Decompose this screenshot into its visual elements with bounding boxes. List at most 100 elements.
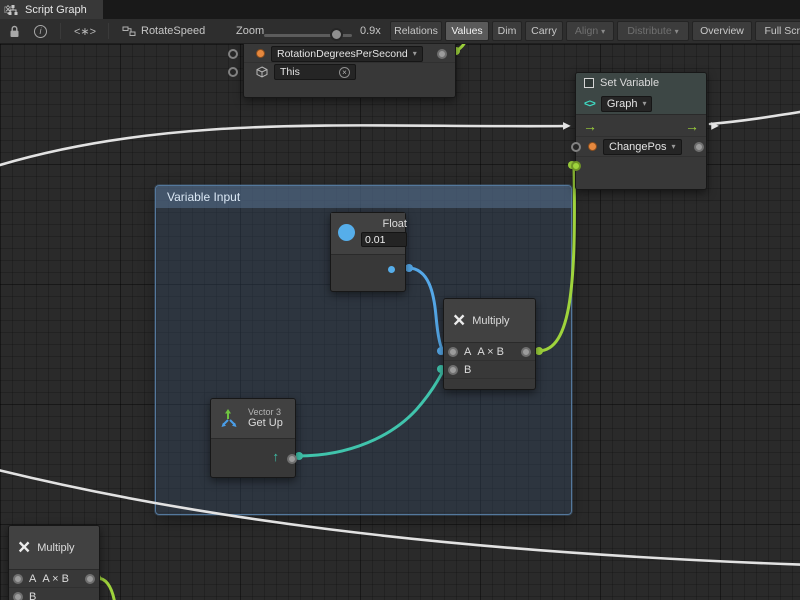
- node-set-variable[interactable]: Set Variable <> Graph ▾ ▶ → → ▶ ChangePo…: [575, 72, 707, 190]
- full-screen-button[interactable]: Full Screen: [755, 21, 800, 41]
- scope-row: <> Graph ▾: [576, 93, 706, 115]
- row-b: B: [9, 588, 99, 600]
- port-output-float[interactable]: [388, 266, 395, 273]
- group-header[interactable]: Variable Input: [156, 186, 571, 208]
- port-value-input[interactable]: [571, 161, 581, 171]
- port-b-label: B: [29, 591, 36, 600]
- flow-in-arrow-icon[interactable]: →: [583, 118, 597, 134]
- port-b-label: B: [464, 364, 471, 376]
- port-output-vector[interactable]: [287, 454, 297, 464]
- toolbar-separator: [108, 23, 109, 39]
- overview-button[interactable]: Overview: [692, 21, 752, 41]
- port-output-result[interactable]: [85, 574, 95, 584]
- align-button[interactable]: Align▾: [566, 21, 614, 41]
- info-icon[interactable]: i: [34, 19, 47, 43]
- node-header: Float 0.01: [331, 213, 405, 255]
- node-body: [331, 255, 405, 292]
- gameobject-cube-icon: [256, 66, 268, 78]
- port-input-a[interactable]: [448, 347, 458, 357]
- wire-flow-in: [0, 125, 566, 168]
- node-header: Vector 3 Get Up: [211, 399, 295, 439]
- chevron-down-icon: ▾: [675, 27, 679, 36]
- distribute-button[interactable]: Distribute▾: [617, 21, 689, 41]
- toolbar-buttons: Relations Values Dim Carry Align▾ Distri…: [390, 21, 800, 41]
- port-a-label: A: [29, 573, 36, 585]
- variable-type-dot: [588, 142, 597, 151]
- flow-row: ▶ → → ▶: [576, 115, 706, 137]
- node-type-label: Vector 3: [248, 407, 283, 417]
- row-b: B: [444, 361, 535, 379]
- node-header: × Multiply: [444, 299, 535, 343]
- node-title: Get Up: [248, 417, 283, 430]
- node-body: ↑: [211, 439, 295, 478]
- node-footer: [444, 379, 535, 391]
- port-input-a[interactable]: [13, 574, 23, 584]
- row-a: A A × B: [9, 570, 99, 588]
- variable-dropdown[interactable]: RotationDegreesPerSecond ▾: [271, 46, 423, 62]
- port-name-input[interactable]: [571, 142, 581, 152]
- node-title: Multiply: [472, 315, 509, 327]
- chevron-down-icon: ▾: [672, 142, 676, 151]
- port-output-value[interactable]: [437, 49, 447, 59]
- zoom-slider-handle[interactable]: [330, 28, 343, 41]
- multiply-icon: ×: [453, 310, 465, 331]
- node-header: Set Variable: [576, 73, 706, 93]
- node-header: × Multiply: [9, 526, 99, 570]
- inspect-icon[interactable]: <∗>: [74, 19, 96, 43]
- row-a: A A × B: [444, 343, 535, 361]
- port-a-label: A: [464, 346, 471, 358]
- wire-green-top-out: [455, 44, 468, 51]
- port-result-label: A × B: [477, 346, 504, 358]
- node-title: Float: [383, 218, 407, 230]
- port-input-target[interactable]: [228, 67, 238, 77]
- graph-canvas[interactable]: Variable Input: [0, 44, 800, 600]
- port-result-label: A × B: [42, 573, 69, 585]
- script-graph-window: Script Graph ⋮ □ × i <∗> RotateSpeed Zoo…: [0, 0, 800, 600]
- chevron-down-icon: ▾: [601, 27, 605, 36]
- flow-output-triangle[interactable]: ▶: [711, 120, 719, 131]
- target-field[interactable]: This ×: [274, 64, 356, 80]
- close-icon[interactable]: ×: [0, 0, 16, 19]
- float-type-icon: [338, 224, 355, 241]
- port-input-left[interactable]: [228, 49, 238, 59]
- variable-type-dot: [256, 49, 265, 58]
- zoom-value: 0.9x: [360, 19, 381, 43]
- carry-button[interactable]: Carry: [525, 21, 563, 41]
- values-button[interactable]: Values: [445, 21, 489, 41]
- variable-kind-icon: <>: [584, 98, 595, 110]
- port-output-value[interactable]: [694, 142, 704, 152]
- multiply-icon: ×: [18, 537, 30, 558]
- flow-input-triangle[interactable]: ▶: [563, 120, 571, 131]
- value-input-row: [576, 157, 706, 175]
- clear-target-icon[interactable]: ×: [339, 67, 350, 78]
- port-output-result[interactable]: [521, 347, 531, 357]
- scope-dropdown[interactable]: Graph ▾: [601, 96, 653, 112]
- node-title: Set Variable: [600, 77, 659, 89]
- node-vector3-get-up[interactable]: Vector 3 Get Up ↑: [210, 398, 296, 478]
- chevron-down-icon: ▾: [413, 49, 417, 58]
- flow-out-arrow-icon[interactable]: →: [685, 118, 699, 134]
- node-get-variable[interactable]: RotationDegreesPerSecond ▾ This ×: [243, 44, 456, 98]
- graph-asset-icon: [122, 19, 136, 43]
- float-value-field[interactable]: 0.01: [361, 232, 407, 247]
- node-float-literal[interactable]: Float 0.01: [330, 212, 406, 292]
- graph-name-breadcrumb[interactable]: RotateSpeed: [141, 19, 205, 43]
- port-input-b[interactable]: [448, 365, 458, 375]
- relations-button[interactable]: Relations: [390, 21, 442, 41]
- port-input-b[interactable]: [13, 592, 23, 600]
- lock-icon[interactable]: [9, 19, 20, 43]
- variable-icon: [584, 78, 594, 88]
- graph-toolbar: i <∗> RotateSpeed Zoom 0.9x Relations Va…: [0, 19, 800, 44]
- vector3-axes-icon: [220, 408, 242, 430]
- zoom-label: Zoom: [236, 19, 264, 43]
- target-row: This ×: [244, 63, 455, 81]
- node-multiply[interactable]: × Multiply A A × B B: [8, 525, 100, 600]
- node-multiply[interactable]: × Multiply A A × B B: [443, 298, 536, 390]
- dim-button[interactable]: Dim: [492, 21, 522, 41]
- node-title: Multiply: [37, 542, 74, 554]
- toolbar-separator: [60, 23, 61, 39]
- title-bar: Script Graph ⋮ □ ×: [0, 0, 800, 19]
- tab-label: Script Graph: [25, 4, 87, 16]
- variable-name-row: ChangePos ▾: [576, 137, 706, 157]
- variable-dropdown[interactable]: ChangePos ▾: [603, 139, 682, 155]
